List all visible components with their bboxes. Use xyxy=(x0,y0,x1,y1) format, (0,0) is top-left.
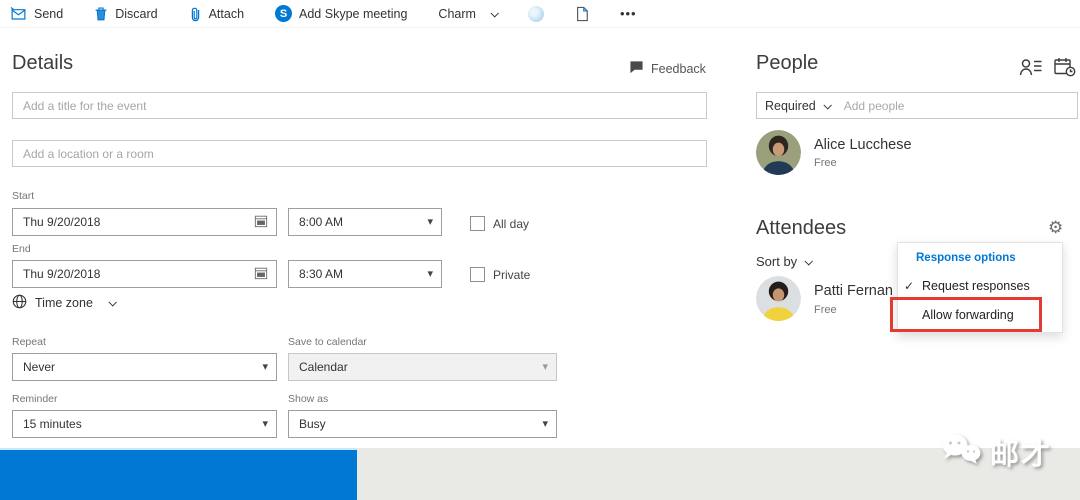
time-zone-toggle[interactable]: Time zone xyxy=(12,294,115,312)
add-skype-meeting-button[interactable]: S Add Skype meeting xyxy=(275,5,407,22)
event-compose-window: Send Discard Attach S Add Skype meeting … xyxy=(0,0,1080,500)
save-to-calendar-value: Calendar xyxy=(299,360,348,374)
sort-by-label: Sort by xyxy=(756,254,797,269)
skype-label: Add Skype meeting xyxy=(299,7,407,21)
chevron-down-icon xyxy=(823,101,831,109)
add-people-field[interactable]: Required xyxy=(756,92,1078,119)
reminder-label: Reminder xyxy=(12,393,58,405)
send-label: Send xyxy=(34,7,63,21)
skype-icon: S xyxy=(275,5,292,22)
attendees-heading: Attendees xyxy=(756,217,846,240)
response-options-header: Response options xyxy=(916,252,1016,264)
required-label: Required xyxy=(765,99,816,113)
end-time-dropdown[interactable]: 8:30 AM ▾ xyxy=(288,260,442,288)
menu-item-request-responses[interactable]: ✓ Request responses xyxy=(904,279,1030,293)
start-time-value: 8:00 AM xyxy=(299,215,343,229)
document-icon xyxy=(575,6,589,22)
all-day-checkbox[interactable] xyxy=(470,216,485,231)
private-checkbox[interactable] xyxy=(470,267,485,282)
scheduling-assistant-icon[interactable] xyxy=(1054,57,1076,82)
feedback-button[interactable]: Feedback xyxy=(629,60,706,77)
watermark-text: 邮才 xyxy=(990,431,1052,473)
show-as-dropdown[interactable]: Busy ▾ xyxy=(288,410,557,438)
attendee-status: Free xyxy=(814,304,837,316)
feedback-label: Feedback xyxy=(651,62,706,76)
chevron-down-icon xyxy=(108,298,116,306)
details-heading: Details xyxy=(12,52,73,75)
start-date-picker[interactable]: Thu 9/20/2018 xyxy=(12,208,277,236)
discard-label: Discard xyxy=(115,7,157,21)
wechat-icon xyxy=(938,432,984,473)
add-people-input[interactable] xyxy=(844,99,1069,113)
charm-label: Charm xyxy=(438,7,476,21)
charm-dropdown[interactable]: Charm xyxy=(438,7,497,21)
attach-label: Attach xyxy=(209,7,244,21)
dropdown-arrow-icon: ▾ xyxy=(542,362,548,373)
required-dropdown[interactable]: Required xyxy=(765,99,830,113)
feedback-bubble-icon xyxy=(629,60,644,77)
attendee-status: Free xyxy=(814,157,837,169)
attach-button[interactable]: Attach xyxy=(189,6,244,22)
event-location-input[interactable] xyxy=(12,140,707,167)
show-as-label: Show as xyxy=(288,393,328,405)
check-icon: ✓ xyxy=(904,279,922,293)
end-date-value: Thu 9/20/2018 xyxy=(23,267,100,281)
end-label: End xyxy=(12,243,31,255)
repeat-dropdown[interactable]: Never ▾ xyxy=(12,353,277,381)
reminder-value: 15 minutes xyxy=(23,417,82,431)
sort-by-dropdown[interactable]: Sort by xyxy=(756,254,811,269)
contact-list-icon[interactable] xyxy=(1019,57,1043,82)
gear-icon[interactable]: ⚙ xyxy=(1048,219,1063,236)
send-icon xyxy=(10,6,27,21)
chevron-down-icon xyxy=(805,257,813,265)
dropdown-arrow-icon: ▾ xyxy=(427,269,433,280)
end-date-picker[interactable]: Thu 9/20/2018 xyxy=(12,260,277,288)
ellipsis-icon: ••• xyxy=(620,6,637,21)
dropdown-arrow-icon: ▾ xyxy=(542,419,548,430)
avatar[interactable] xyxy=(756,130,801,175)
people-heading: People xyxy=(756,52,818,75)
repeat-label: Repeat xyxy=(12,336,46,348)
avatar[interactable] xyxy=(756,276,801,321)
body-editor-selection[interactable] xyxy=(0,448,357,500)
chevron-down-icon xyxy=(490,9,498,17)
trash-icon xyxy=(94,6,108,21)
dropdown-arrow-icon: ▾ xyxy=(262,419,268,430)
save-to-calendar-dropdown: Calendar ▾ xyxy=(288,353,557,381)
globe-icon xyxy=(12,294,27,312)
open-in-new-window-button[interactable] xyxy=(575,6,589,22)
all-day-label: All day xyxy=(493,217,529,231)
calendar-icon xyxy=(254,214,268,231)
paperclip-icon xyxy=(189,6,202,22)
end-time-value: 8:30 AM xyxy=(299,267,343,281)
watermark: 邮才 xyxy=(938,431,1052,473)
event-title-input[interactable] xyxy=(12,92,707,119)
discard-button[interactable]: Discard xyxy=(94,6,157,21)
command-toolbar: Send Discard Attach S Add Skype meeting … xyxy=(0,0,1080,28)
send-button[interactable]: Send xyxy=(10,6,63,21)
start-label: Start xyxy=(12,190,34,202)
dropdown-arrow-icon: ▾ xyxy=(427,217,433,228)
attendee-name[interactable]: Alice Lucchese xyxy=(814,137,912,153)
reminder-dropdown[interactable]: 15 minutes ▾ xyxy=(12,410,277,438)
calendar-icon xyxy=(254,266,268,283)
more-commands-button[interactable]: ••• xyxy=(620,6,637,21)
save-to-calendar-label: Save to calendar xyxy=(288,336,367,348)
charm-preview-button[interactable] xyxy=(528,6,544,22)
annotation-highlight-box xyxy=(890,297,1042,332)
start-date-value: Thu 9/20/2018 xyxy=(23,215,100,229)
dropdown-arrow-icon: ▾ xyxy=(262,362,268,373)
private-label: Private xyxy=(493,268,530,282)
time-zone-label: Time zone xyxy=(35,296,93,310)
charm-swirl-icon xyxy=(528,6,544,22)
start-time-dropdown[interactable]: 8:00 AM ▾ xyxy=(288,208,442,236)
show-as-value: Busy xyxy=(299,417,326,431)
repeat-value: Never xyxy=(23,360,55,374)
attendee-name[interactable]: Patti Fernan xyxy=(814,283,893,299)
menu-item-label: Request responses xyxy=(922,279,1030,293)
